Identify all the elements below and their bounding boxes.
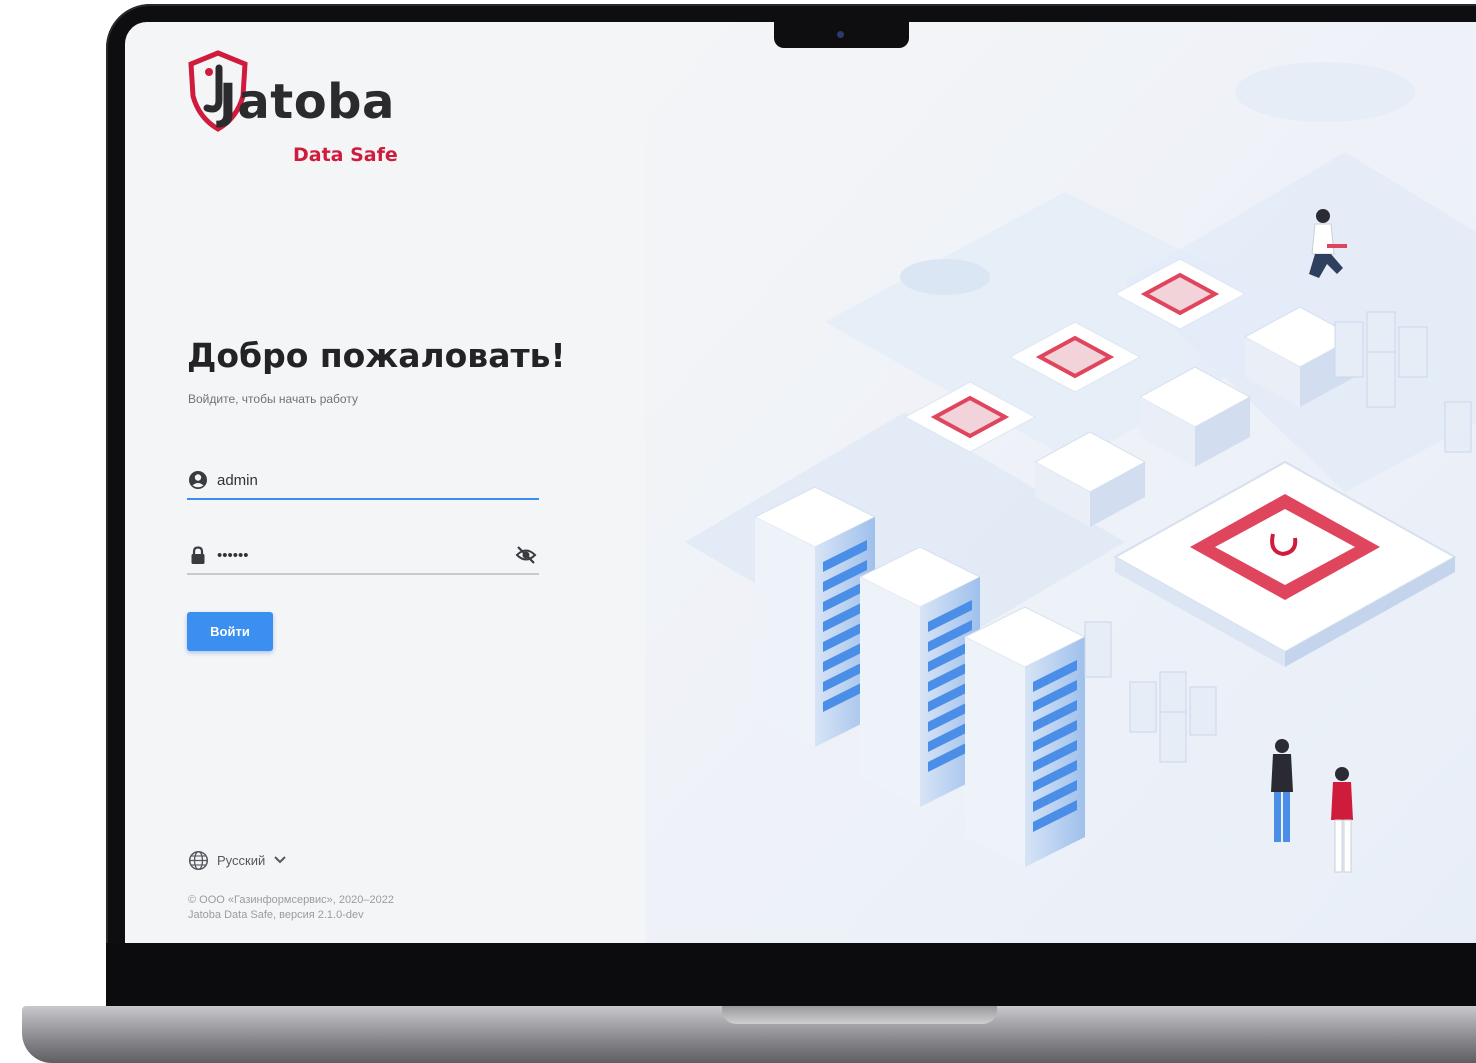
copyright-text: © ООО «Газинформсервис», 2020–2022 Jatob… — [188, 893, 394, 923]
password-field[interactable] — [187, 539, 539, 575]
chevron-down-icon — [274, 856, 286, 864]
language-selector[interactable]: Русский — [188, 848, 287, 872]
brand-tagline: Data Safe — [293, 144, 398, 166]
server-tower — [963, 606, 1087, 867]
laptop-base-lip — [722, 1006, 997, 1024]
server-tower — [753, 486, 877, 747]
password-input[interactable] — [217, 543, 497, 567]
version-line: Jatoba Data Safe, версия 2.1.0-dev — [188, 909, 364, 921]
laptop-chin — [106, 943, 1476, 1006]
globe-icon — [188, 850, 209, 870]
username-input[interactable] — [217, 468, 497, 492]
copyright-line: © ООО «Газинформсервис», 2020–2022 — [188, 894, 394, 906]
language-label: Русский — [217, 852, 266, 868]
datacenter-illustration — [645, 22, 1476, 943]
camera-icon — [837, 31, 844, 38]
brand-name: Jatoba — [219, 74, 395, 130]
lock-icon — [191, 546, 205, 564]
camera-notch — [774, 22, 909, 48]
page-title: Добро пожаловать! — [187, 336, 566, 375]
eye-off-icon[interactable] — [515, 545, 537, 565]
laptop-base — [22, 1006, 1476, 1063]
login-screen: Jatoba Data Safe Добро пожаловать! Войди… — [125, 22, 1476, 943]
login-button[interactable]: Войти — [187, 612, 273, 651]
page-subtitle: Войдите, чтобы начать работу — [188, 392, 358, 406]
server-tower — [858, 546, 982, 807]
brand-logo: Jatoba Data Safe — [185, 48, 405, 166]
username-field[interactable] — [187, 464, 539, 500]
user-circle-icon — [189, 471, 207, 489]
